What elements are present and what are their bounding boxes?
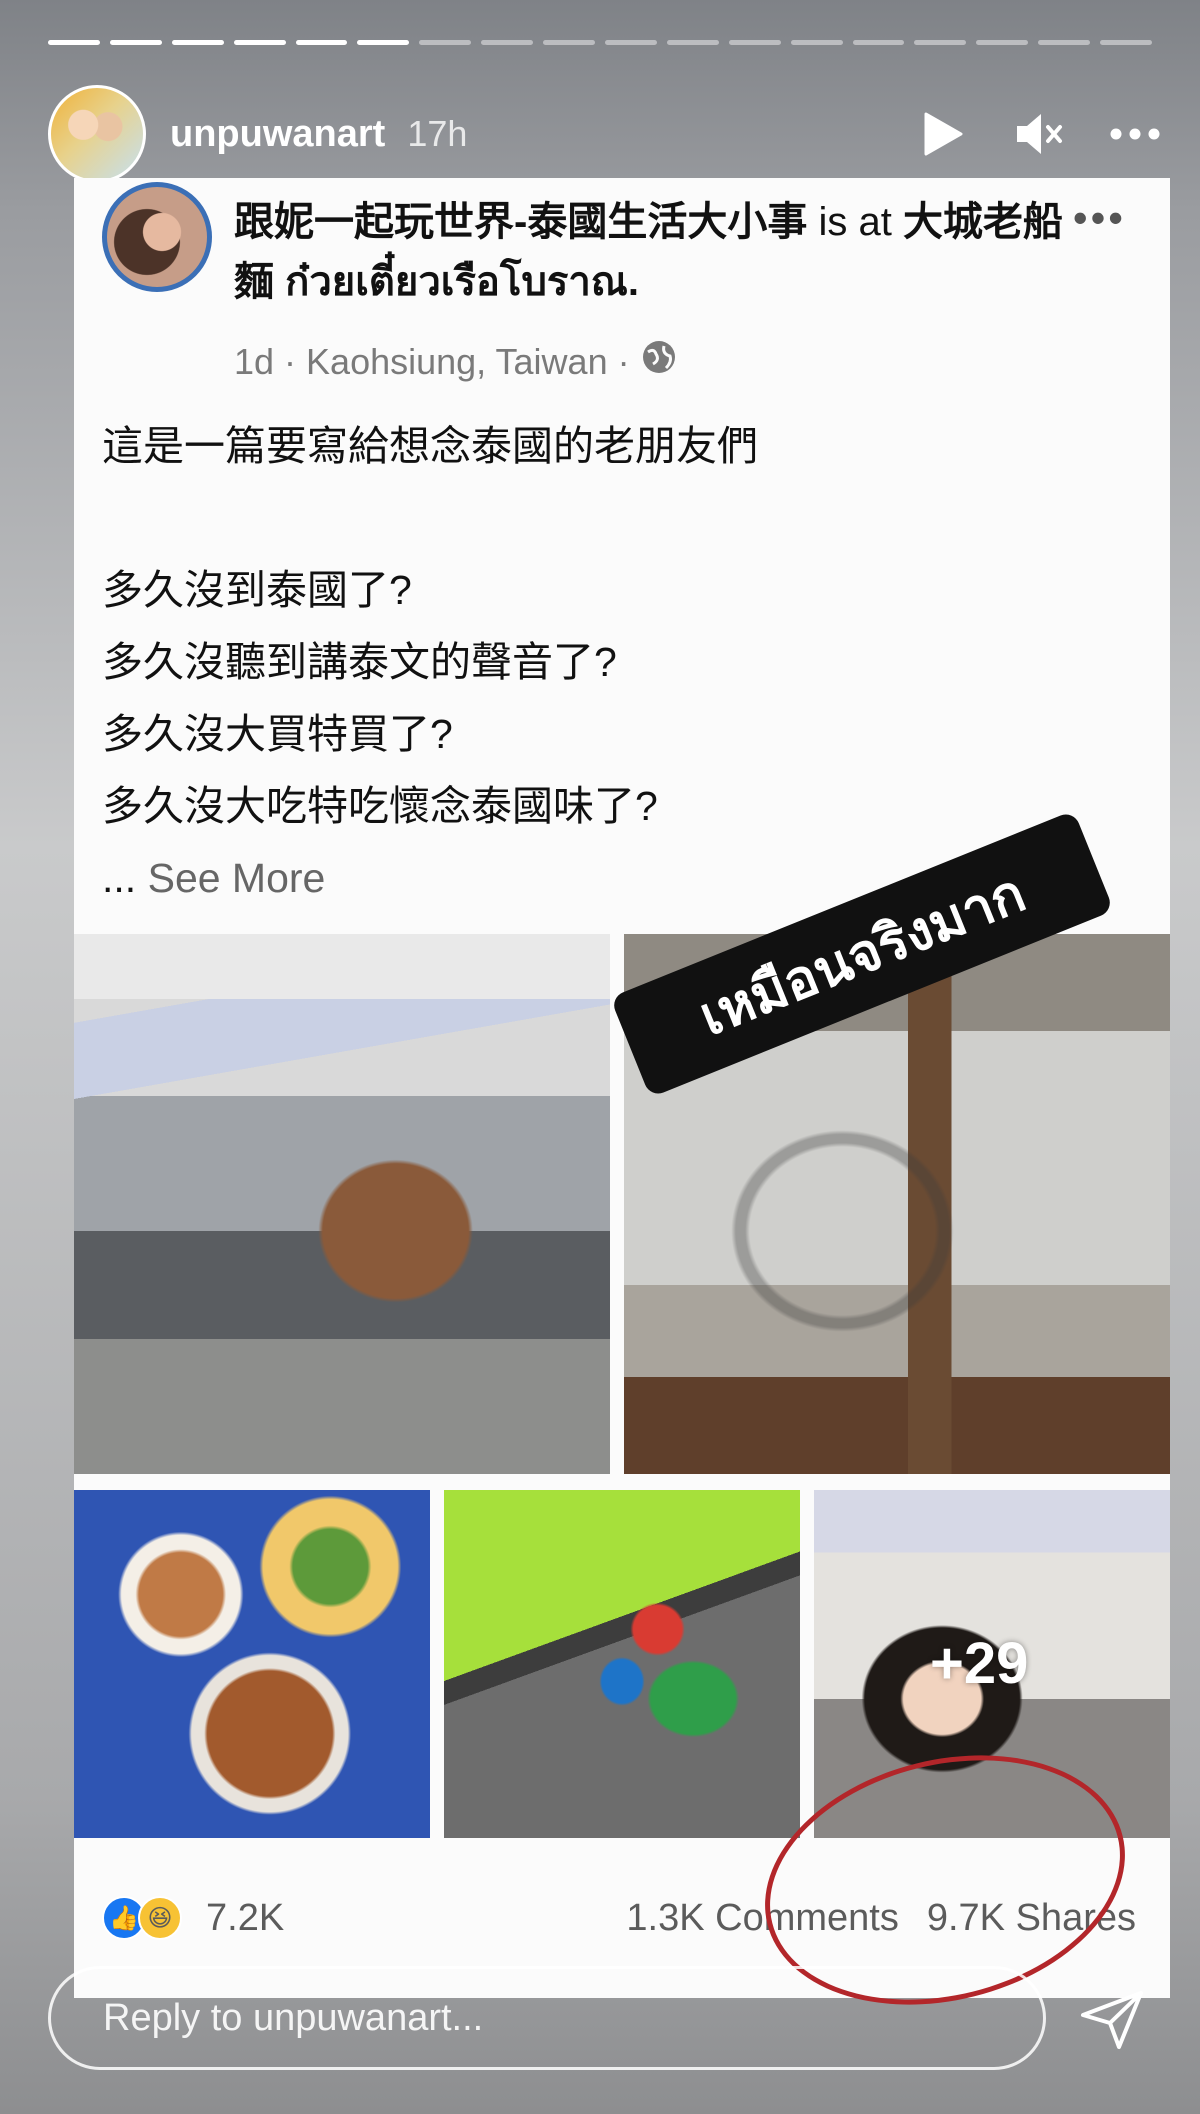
post-location: Kaohsiung, Taiwan [306, 340, 608, 382]
story-avatar[interactable] [48, 85, 146, 183]
is-at-text: is at [818, 200, 892, 244]
post-body: 這是一篇要寫給想念泰國的老朋友們 多久沒到泰國了? 多久沒聽到講泰文的聲音了? … [102, 410, 1130, 914]
post-title: 跟妮一起玩世界-泰國生活大小事 is at 大城老船麵 ก๋วยเตี๋ยวเร… [234, 192, 1090, 312]
post-line: 多久沒到泰國了? [102, 567, 412, 613]
meta-separator-dot: · [617, 340, 630, 382]
progress-segment [357, 40, 410, 45]
page-name[interactable]: 跟妮一起玩世界-泰國生活大小事 [234, 200, 807, 244]
photo-noodle-stall[interactable] [74, 934, 610, 1474]
more-photos-count: +29 [930, 1631, 1029, 1696]
ellipsis: ... [102, 855, 137, 901]
progress-segment [605, 40, 657, 45]
send-icon[interactable] [1072, 1980, 1152, 2060]
facebook-post-card: 跟妮一起玩世界-泰國生活大小事 is at 大城老船麵 ก๋วยเตี๋ยวเร… [74, 178, 1170, 1998]
progress-segment [1038, 40, 1091, 45]
post-header: 跟妮一起玩世界-泰國生活大小事 is at 大城老船麵 ก๋วยเตี๋ยวเร… [74, 178, 1170, 388]
story-username[interactable]: unpuwanart [170, 113, 385, 156]
mute-icon[interactable] [1014, 109, 1064, 159]
progress-segment [481, 40, 534, 45]
play-icon[interactable] [918, 109, 968, 159]
photo-grid: +29 [74, 934, 1170, 1838]
progress-segment [976, 40, 1029, 45]
reply-bar [48, 1966, 1046, 2070]
photo-food-table[interactable] [74, 1490, 430, 1838]
post-line: 這是一篇要寫給想念泰國的老朋友們 [102, 423, 758, 469]
progress-segment [852, 40, 905, 45]
progress-segment [109, 40, 162, 45]
progress-segment [728, 40, 781, 45]
reply-input[interactable] [103, 1996, 1043, 2040]
story-progress-bar [48, 40, 1153, 46]
progress-segment [419, 40, 472, 45]
post-line: 多久沒聽到講泰文的聲音了? [102, 639, 617, 685]
story-timestamp: 17h [407, 113, 468, 154]
progress-segment [666, 40, 719, 45]
globe-icon [640, 338, 678, 385]
reaction-icons[interactable]: 👍 😆 [102, 1896, 182, 1940]
more-options-icon[interactable] [1110, 109, 1160, 159]
progress-segment [48, 40, 100, 45]
haha-reaction-icon: 😆 [138, 1896, 182, 1940]
story-header: unpuwanart 17h [48, 85, 1160, 183]
meta-separator-dot: · [284, 340, 297, 382]
progress-segment [171, 40, 224, 45]
progress-segment [1100, 40, 1153, 45]
progress-segment [233, 40, 286, 45]
post-more-icon[interactable]: ••• [1073, 194, 1126, 242]
progress-segment [295, 40, 348, 45]
page-avatar[interactable] [102, 182, 212, 292]
post-age: 1d [234, 340, 275, 382]
post-line [102, 482, 1130, 554]
post-line: 多久沒大買特買了? [102, 711, 453, 757]
see-more-link[interactable]: See More [148, 855, 326, 901]
photo-cups-rack[interactable] [444, 1490, 800, 1838]
post-meta: 1d · Kaohsiung, Taiwan · [234, 338, 678, 385]
progress-segment [914, 40, 967, 45]
post-line: 多久沒大吃特吃懷念泰國味了? [102, 783, 658, 829]
progress-segment [543, 40, 596, 45]
reaction-count[interactable]: 7.2K [206, 1897, 284, 1940]
progress-segment [790, 40, 843, 45]
